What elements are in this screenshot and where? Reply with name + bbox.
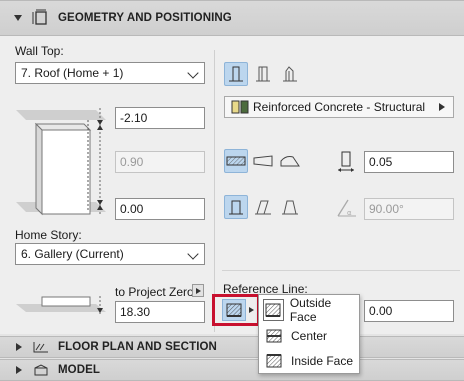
reference-offset-field[interactable]: 0.00 xyxy=(364,300,454,322)
arrow-right-icon xyxy=(195,287,201,294)
menu-item-label: Outside Face xyxy=(289,296,332,324)
straight-profile-button[interactable] xyxy=(224,195,248,219)
bottom-offset-field[interactable]: 0.00 xyxy=(115,198,205,220)
double-slanted-profile-icon xyxy=(282,200,298,215)
bottom-offset-value: 0.00 xyxy=(120,202,144,216)
top-offset-field[interactable]: -2.10 xyxy=(115,107,205,129)
slant-angle-value: 90.00° xyxy=(369,202,404,216)
svg-text:α: α xyxy=(347,209,352,217)
home-story-value: 6. Gallery (Current) xyxy=(21,247,124,261)
collapse-arrow-icon[interactable] xyxy=(14,15,22,21)
wall-top-value: 7. Roof (Home + 1) xyxy=(21,66,124,80)
project-zero-menu-button[interactable] xyxy=(192,284,204,297)
building-material-selector[interactable]: Reinforced Concrete - Structural xyxy=(224,96,454,118)
menu-item-outside-face[interactable]: Outside Face xyxy=(261,296,357,324)
highlight-box xyxy=(212,294,260,326)
reference-separator xyxy=(222,270,460,271)
geometry-section-icon xyxy=(32,9,50,27)
menu-item-label: Center xyxy=(291,329,328,343)
model-section-icon xyxy=(32,363,50,377)
wall-top-dropdown[interactable]: 7. Roof (Home + 1) xyxy=(15,62,205,84)
wall-thickness-icon xyxy=(336,151,356,178)
inside-face-icon xyxy=(263,350,285,372)
panel-divider xyxy=(214,50,215,332)
menu-item-inside-face[interactable]: Inside Face xyxy=(261,349,357,373)
section-header-floorplan[interactable]: FLOOR PLAN AND SECTION xyxy=(0,336,464,358)
section-title-model: MODEL xyxy=(58,364,101,376)
wall-height-diagram xyxy=(14,100,109,222)
wall-thickness-value: 0.05 xyxy=(369,155,393,169)
polygonal-wall-icon xyxy=(283,66,297,82)
arrow-right-icon xyxy=(439,103,445,111)
straight-profile-icon xyxy=(229,200,243,215)
trapezoid-profile-icon xyxy=(253,155,273,167)
profile-wall-icon xyxy=(280,156,300,167)
center-icon xyxy=(263,325,285,347)
basic-wall-button[interactable] xyxy=(224,149,248,173)
chevron-down-icon xyxy=(187,67,199,79)
top-offset-value: -2.10 xyxy=(120,111,148,125)
trapezoid-wall-icon xyxy=(256,66,270,82)
straight-wall-button[interactable] xyxy=(224,62,248,86)
slant-angle-icon: α xyxy=(336,198,358,221)
material-icon xyxy=(231,100,249,114)
section-header-model[interactable]: MODEL xyxy=(0,359,464,381)
profile-wall-button[interactable] xyxy=(278,149,302,173)
floorplan-section-icon xyxy=(32,340,50,354)
project-zero-diagram xyxy=(14,296,109,326)
height-value: 0.90 xyxy=(120,155,144,169)
height-field: 0.90 xyxy=(115,151,205,173)
polygonal-wall-button[interactable] xyxy=(278,62,302,86)
slanted-profile-icon xyxy=(255,200,271,215)
expand-arrow-icon[interactable] xyxy=(16,366,22,374)
home-story-label: Home Story: xyxy=(15,228,82,242)
straight-wall-icon xyxy=(229,66,243,82)
trapezoid-wall-button[interactable] xyxy=(251,62,275,86)
section-title-floorplan: FLOOR PLAN AND SECTION xyxy=(58,341,217,353)
menu-item-label: Inside Face xyxy=(291,354,354,368)
to-project-zero-label: to Project Zero xyxy=(115,285,194,299)
reference-line-popup: Outside Face Center Inside Face xyxy=(258,294,360,374)
home-story-dropdown[interactable]: 6. Gallery (Current) xyxy=(15,243,205,265)
slanted-profile-button[interactable] xyxy=(251,195,275,219)
basic-wall-icon xyxy=(226,156,246,166)
trapezoid-profile-button[interactable] xyxy=(251,149,275,173)
project-zero-value: 18.30 xyxy=(120,305,151,319)
slant-angle-field: 90.00° xyxy=(364,198,454,220)
section-title-geometry: GEOMETRY AND POSITIONING xyxy=(58,12,232,24)
double-slanted-profile-button[interactable] xyxy=(278,195,302,219)
expand-arrow-icon[interactable] xyxy=(16,343,22,351)
section-header-geometry[interactable]: GEOMETRY AND POSITIONING xyxy=(0,0,464,36)
material-name: Reinforced Concrete - Structural xyxy=(253,100,426,114)
outside-face-icon xyxy=(263,299,284,321)
wall-thickness-field[interactable]: 0.05 xyxy=(364,151,454,173)
chevron-down-icon xyxy=(187,248,199,260)
project-zero-field[interactable]: 18.30 xyxy=(115,301,205,323)
menu-item-center[interactable]: Center xyxy=(261,324,357,348)
wall-top-label: Wall Top: xyxy=(15,44,64,58)
reference-offset-value: 0.00 xyxy=(369,304,393,318)
